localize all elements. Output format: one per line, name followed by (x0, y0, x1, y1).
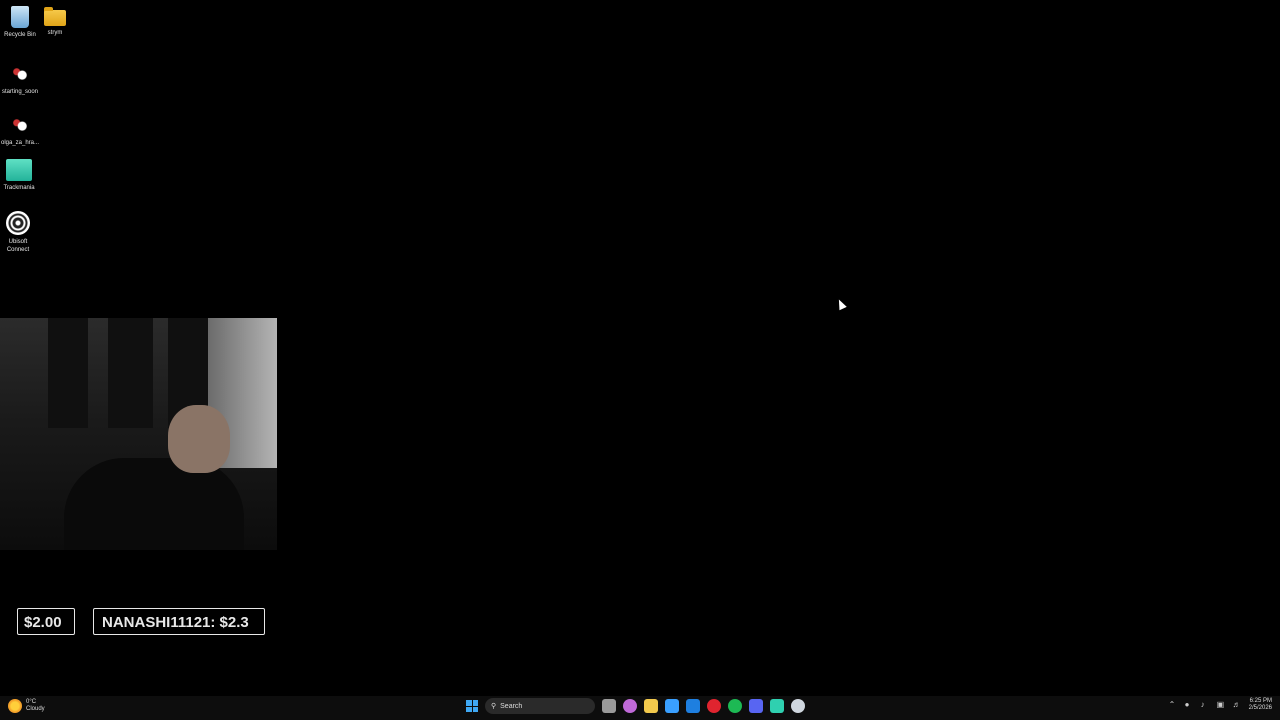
taskbar-apps: ⚲ Search (466, 698, 805, 714)
desktop-icon-starting-soon[interactable]: starting_soon (0, 63, 40, 96)
clock[interactable]: 6:25 PM 2/5/2026 (1249, 698, 1272, 712)
search-placeholder: Search (500, 702, 523, 710)
clock-time: 6:25 PM (1249, 698, 1272, 704)
task-view-icon[interactable] (602, 699, 616, 713)
spotify-icon[interactable] (728, 699, 742, 713)
desktop-icon-label: strym (47, 30, 63, 36)
store-icon[interactable] (665, 699, 679, 713)
donation-amount: $2.00 (24, 614, 62, 631)
desktop-icon-label: starting_soon (1, 89, 39, 95)
weather-icon (8, 699, 22, 713)
trackmania-icon (6, 159, 32, 181)
desktop-icon-olga-za-hra[interactable]: olga_za_hra... (0, 114, 40, 147)
obs-scene-icon (9, 63, 31, 85)
ubisoft-connect-icon (6, 211, 30, 235)
background-curtain (48, 318, 88, 428)
taskbar-search[interactable]: ⚲ Search (485, 698, 595, 714)
desktop-icon-ubisoft-connect[interactable]: Ubisoft Connect (0, 211, 38, 254)
copilot-icon[interactable] (623, 699, 637, 713)
desktop-icon-strym[interactable]: strym (35, 6, 75, 37)
desktop-icon-recycle-bin[interactable]: Recycle Bin (0, 6, 40, 39)
network-icon[interactable]: ▣ (1217, 701, 1225, 709)
taskbar: 0°C Cloudy ⚲ Search ⌃ ● ♪ ▣ ♬ 6:25 PM 2/… (0, 696, 1280, 720)
start-button[interactable] (466, 700, 478, 712)
obs-scene-icon (9, 114, 31, 136)
recycle-bin-icon (11, 6, 29, 28)
system-tray: ⌃ ● ♪ ▣ ♬ 6:25 PM 2/5/2026 (1169, 698, 1272, 712)
streamer-body (64, 458, 244, 550)
desktop-icon-trackmania[interactable]: Trackmania (0, 159, 39, 192)
search-icon: ⚲ (491, 703, 497, 710)
volume-icon[interactable]: ♬ (1233, 701, 1241, 709)
outlook-icon[interactable] (686, 699, 700, 713)
file-explorer-icon[interactable] (644, 699, 658, 713)
donation-ticker-box: NANASHI11121: $2.3 (93, 608, 265, 635)
background-curtain (108, 318, 153, 428)
weather-widget[interactable]: 0°C Cloudy (8, 699, 45, 713)
desktop-icon-label: olga_za_hra... (0, 140, 40, 146)
microphone-icon[interactable]: ♪ (1201, 701, 1209, 709)
donation-ticker: NANASHI11121: $2.3 (102, 614, 249, 631)
streamer-head (168, 405, 230, 473)
opera-icon[interactable] (707, 699, 721, 713)
donation-amount-box: $2.00 (17, 608, 75, 635)
mouse-cursor-icon (835, 297, 847, 311)
windows-logo-icon (466, 700, 472, 706)
desktop-icon-label: Trackmania (3, 185, 35, 191)
chevron-up-icon[interactable]: ⌃ (1169, 701, 1177, 709)
discord-icon[interactable] (749, 699, 763, 713)
desktop-icon-label: Recycle Bin (4, 32, 36, 38)
desktop-icon-label: Ubisoft Connect (6, 239, 30, 253)
clock-date: 2/5/2026 (1248, 705, 1272, 711)
tray-app-icon[interactable]: ● (1185, 701, 1193, 709)
trackmania-taskbar-icon[interactable] (770, 699, 784, 713)
weather-temp: 0°C (26, 699, 37, 705)
weather-condition: Cloudy (26, 706, 45, 712)
folder-icon (44, 7, 66, 26)
steam-icon[interactable] (791, 699, 805, 713)
